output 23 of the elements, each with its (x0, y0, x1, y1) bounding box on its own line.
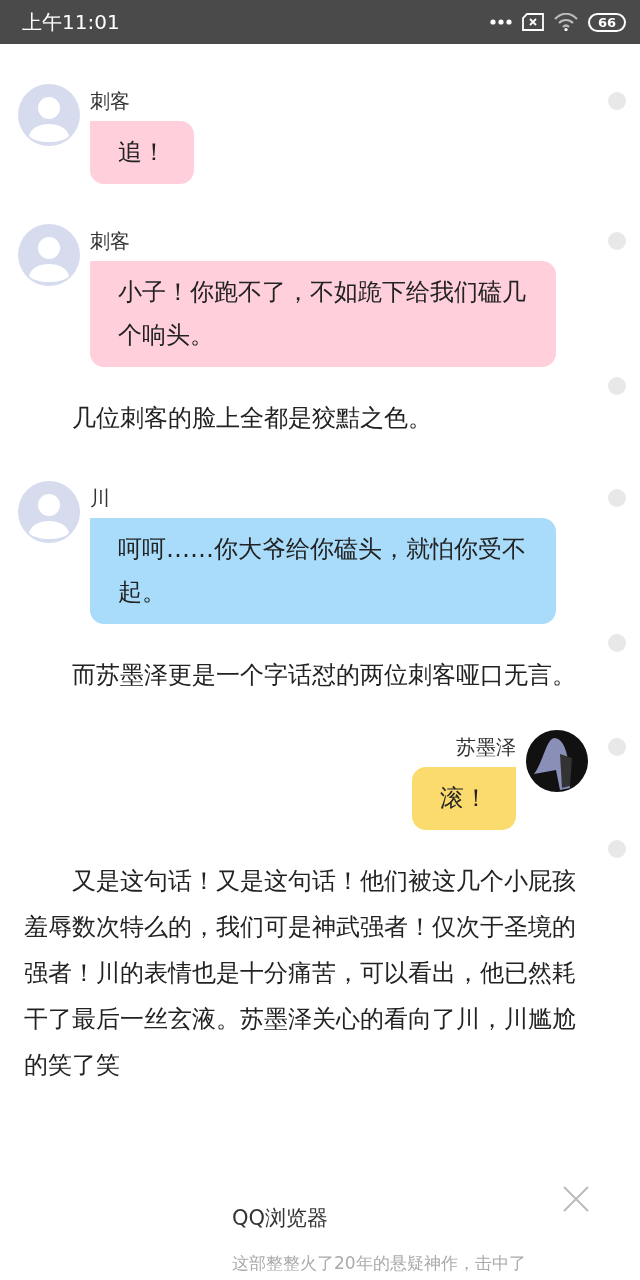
sender-name: 川 (90, 485, 110, 512)
avatar (18, 481, 80, 543)
avatar (526, 730, 588, 792)
battery-level: 66 (587, 12, 626, 32)
message-bubble: 滚！ (412, 767, 516, 830)
close-icon[interactable] (562, 1185, 590, 1213)
sender-name: 刺客 (90, 228, 130, 255)
narration-text: 而苏墨泽更是一个字话怼的两位刺客哑口无言。 (71, 660, 576, 691)
no-sim-icon (521, 13, 544, 31)
message-bubble: 追！ (90, 121, 194, 184)
sender-name: 刺客 (90, 88, 130, 115)
message-bubble: 小子！你跑不了，不如跪下给我们磕几个响头。 (90, 261, 556, 367)
notification-text: 这部整整火了20年的悬疑神作，击中了 (232, 1252, 526, 1275)
more-icon (489, 19, 512, 25)
narration-text: 几位刺客的脸上全都是狡黠之色。 (71, 403, 432, 434)
sender-name: 苏墨泽 (456, 734, 516, 761)
wifi-icon (553, 13, 578, 31)
status-time: 上午11:01 (22, 8, 121, 36)
narration-text: 又是这句话！又是这句话！他们被这几个小屁孩羞辱数次特么的，我们可是神武强者！仅次于圣境的强者！川的表情也是十分痛苦，可以看出，他已然耗干了最后一丝玄液。苏墨泽关心的看向了川，川尴尬的笑了笑 (24, 866, 577, 1081)
message-bubble: 呵呵……你大爷给你磕头，就怕你受不起。 (90, 518, 556, 624)
avatar (18, 84, 80, 146)
notification-app: QQ浏览器 (232, 1205, 329, 1232)
avatar (18, 224, 80, 286)
